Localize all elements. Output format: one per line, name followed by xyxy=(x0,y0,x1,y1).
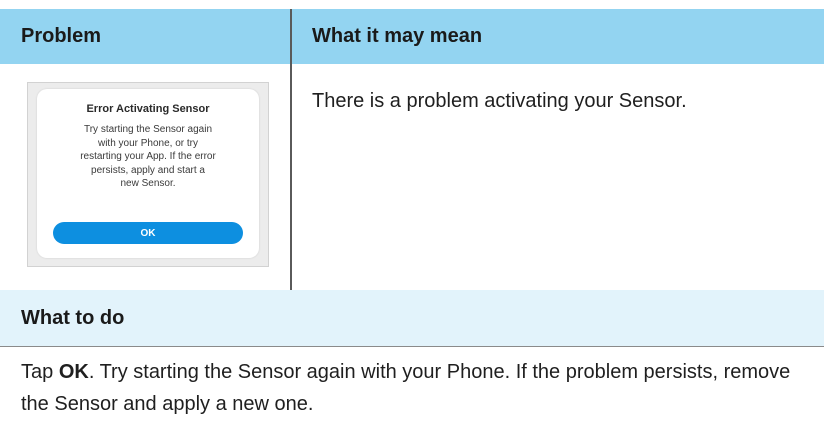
row-divider xyxy=(0,346,824,347)
dialog-message: Try starting the Sensor again with your … xyxy=(80,124,216,189)
dialog-title: Error Activating Sensor xyxy=(86,103,210,115)
error-dialog-illustration: Error Activating Sensor Try starting the… xyxy=(37,89,259,258)
instruction-ok-emphasis: OK xyxy=(58,361,89,383)
what-to-do-row: What to do xyxy=(0,290,824,346)
column-divider xyxy=(290,9,292,290)
instruction-prefix: Tap xyxy=(21,361,59,383)
instruction-suffix: . Try starting the Sensor again with you… xyxy=(21,361,791,415)
header-what-it-may-mean: What it may mean xyxy=(312,25,483,47)
troubleshooting-table: Problem What it may mean Error Activatin… xyxy=(0,0,824,441)
instruction-text: Tap OK. Try starting the Sensor again wi… xyxy=(21,356,811,420)
meaning-text: There is a problem activating your Senso… xyxy=(312,90,687,112)
header-problem: Problem xyxy=(21,25,102,47)
what-to-do-title: What to do xyxy=(21,306,125,329)
table-header-row: Problem What it may mean xyxy=(0,9,824,64)
dialog-ok-button: OK xyxy=(53,222,243,244)
